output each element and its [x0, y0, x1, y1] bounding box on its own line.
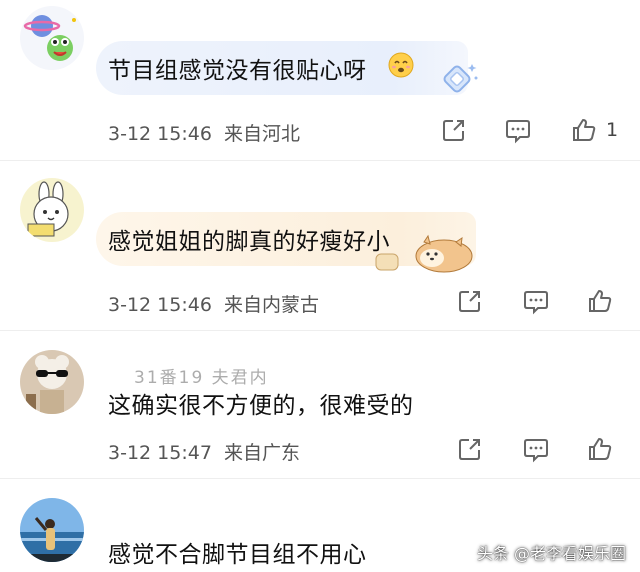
sticker-icon	[372, 232, 480, 276]
avatar[interactable]	[20, 350, 84, 414]
comment-time: 3-12 15:46	[108, 294, 212, 316]
faded-overlay-text: 31番19 夫君内	[134, 368, 269, 388]
comment-text: 节目组感觉没有很贴心呀	[108, 58, 367, 84]
comment-meta: 3-12 15:46 来自河北	[108, 119, 300, 146]
avatar[interactable]	[20, 178, 84, 242]
comment-location: 来自广东	[223, 442, 300, 464]
comment-icon[interactable]	[504, 116, 532, 144]
share-icon[interactable]	[440, 116, 468, 144]
divider	[0, 330, 640, 331]
avatar[interactable]	[20, 6, 84, 70]
sticker-icon	[436, 58, 480, 102]
watermark: 头条 @老李看娱乐圈	[476, 544, 626, 563]
like-icon[interactable]	[570, 116, 598, 144]
comment-location: 来自内蒙古	[223, 294, 319, 316]
like-icon[interactable]	[586, 287, 614, 315]
comment-time: 3-12 15:46	[108, 123, 212, 145]
divider	[0, 478, 640, 479]
divider	[0, 160, 640, 161]
comment-time: 3-12 15:47	[108, 442, 212, 464]
like-icon[interactable]	[586, 435, 614, 463]
comment-meta: 3-12 15:46 来自内蒙古	[108, 290, 319, 317]
share-icon[interactable]	[456, 435, 484, 463]
avatar[interactable]	[20, 498, 84, 562]
share-icon[interactable]	[456, 287, 484, 315]
comment-text: 感觉不合脚节目组不用心	[108, 542, 367, 568]
comment-icon[interactable]	[522, 287, 550, 315]
emoji-icon	[388, 52, 414, 78]
comment-text: 感觉姐姐的脚真的好瘦好小	[108, 229, 390, 255]
comment-text: 这确实很不方便的，很难受的	[108, 393, 414, 419]
like-count: 1	[606, 119, 619, 141]
comment-location: 来自河北	[223, 123, 300, 145]
comment-icon[interactable]	[522, 435, 550, 463]
comment-meta: 3-12 15:47 来自广东	[108, 438, 300, 465]
